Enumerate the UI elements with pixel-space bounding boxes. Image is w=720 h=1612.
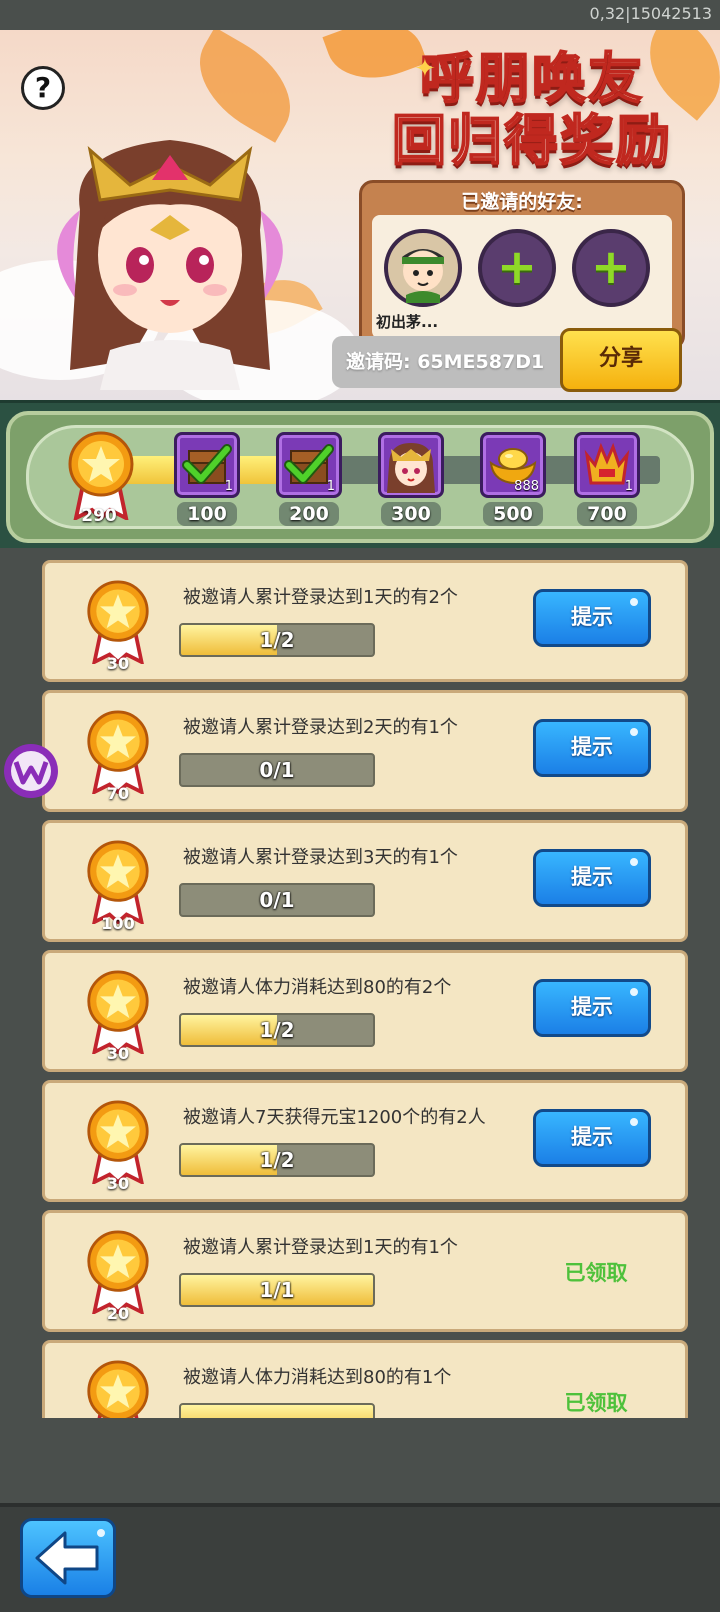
task-points: 20 [106,1304,130,1323]
task-row: 30 被邀请人体力消耗达到80的有2个 1/2 提示 [42,950,688,1072]
hint-button[interactable]: 提示 [533,979,651,1037]
star-medal-icon [85,1359,151,1418]
total-points: 290 [81,506,117,526]
task-row: 30 被邀请人累计登录达到1天的有2个 1/2 提示 [42,560,688,682]
hero-portrait-image [57,140,283,390]
title-line-2: 回归得奖励 [391,109,672,173]
friend-name: 初出茅... [376,313,439,331]
back-button[interactable] [20,1518,116,1598]
task-progress-fill [181,1405,373,1418]
event-title: ✦ 呼朋唤友 回归得奖励 [391,47,672,173]
milestone-threshold: 300 [381,502,441,526]
task-description: 被邀请人累计登录达到1天的有1个 [183,1237,458,1258]
floating-logo-icon[interactable] [2,742,60,800]
share-button[interactable]: 分享 [560,328,682,392]
invite-code: 邀请码: 65ME587D1 [332,336,572,388]
task-progress-bar: 1/2 [179,1143,375,1177]
friend-slots: 初出茅... + + [372,215,672,339]
task-points: 70 [106,784,130,803]
invited-friends-title: 已邀请的好友: [461,191,583,213]
task-description: 被邀请人体力消耗达到80的有1个 [183,1367,452,1388]
claimed-status: 已领取 [564,1391,628,1415]
task-progress-bar [179,1403,375,1418]
back-arrow-icon [35,1529,105,1585]
add-friend-slot[interactable]: + [572,229,650,307]
task-points: 30 [106,1044,130,1063]
hint-button[interactable]: 提示 [533,589,651,647]
plus-icon: + [496,239,538,295]
task-progress-text: 1/1 [259,1278,295,1302]
task-progress-bar: 0/1 [179,753,375,787]
milestone-reward[interactable]: 888 [480,432,546,498]
task-description: 被邀请人累计登录达到2天的有1个 [183,717,458,738]
task-progress-text: 1/2 [259,1018,295,1042]
milestone-reward[interactable] [378,432,444,498]
task-row: 30 被邀请人7天获得元宝1200个的有2人 1/2 提示 [42,1080,688,1202]
task-description: 被邀请人累计登录达到1天的有2个 [183,587,458,608]
task-list[interactable]: 30 被邀请人累计登录达到1天的有2个 1/2 提示 70 被邀请人累计登录达到2天的有1… [42,560,688,1418]
reward-count: 1 [224,479,233,494]
hint-button[interactable]: 提示 [533,1109,651,1167]
hint-button[interactable]: 提示 [533,719,651,777]
friend-avatar[interactable] [384,229,462,307]
claimed-status: 已领取 [564,1261,628,1285]
task-points: 30 [106,1174,130,1193]
task-progress-bar: 1/1 [179,1273,375,1307]
milestone-threshold: 500 [483,502,543,526]
task-progress-bar: 1/2 [179,1013,375,1047]
task-progress-text: 0/1 [259,888,295,912]
task-points: 30 [106,654,130,673]
milestone-reward[interactable]: 1 [276,432,342,498]
add-friend-slot[interactable]: + [478,229,556,307]
task-description: 被邀请人体力消耗达到80的有2个 [183,977,452,998]
task-row: 被邀请人体力消耗达到80的有1个已领取 [42,1340,688,1418]
friend-avatar-icon [402,249,444,303]
task-description: 被邀请人累计登录达到3天的有1个 [183,847,458,868]
task-progress-text: 1/2 [259,628,295,652]
reward-count: 888 [514,479,539,494]
task-row: 20 被邀请人累计登录达到1天的有1个 1/1 已领取 [42,1210,688,1332]
invited-friends-panel: 已邀请的好友: 初出茅... + + [359,180,685,350]
milestone-reward[interactable]: 1 [574,432,640,498]
task-progress-text: 0/1 [259,758,295,782]
hint-button[interactable]: 提示 [533,849,651,907]
milestone-threshold: 200 [279,502,339,526]
task-row: 70 被邀请人累计登录达到2天的有1个 0/1 提示 [42,690,688,812]
milestone-threshold: 100 [177,502,237,526]
status-bar: 0,32|15042513 [0,0,720,30]
status-id-text: 0,32|15042513 [589,4,712,23]
milestone-reward[interactable]: 1 [174,432,240,498]
task-progress-bar: 1/2 [179,623,375,657]
milestone-threshold: 700 [577,502,637,526]
task-progress-text: 1/2 [259,1148,295,1172]
task-row: 100 被邀请人累计登录达到3天的有1个 0/1 提示 [42,820,688,942]
hero-portrait-icon [381,443,441,499]
plus-icon: + [590,239,632,295]
reward-count: 1 [624,479,633,494]
sparkle-icon: ✦ [414,54,436,84]
task-progress-bar: 0/1 [179,883,375,917]
task-points: 100 [101,914,135,933]
task-description: 被邀请人7天获得元宝1200个的有2人 [183,1107,486,1128]
reward-count: 1 [326,479,335,494]
